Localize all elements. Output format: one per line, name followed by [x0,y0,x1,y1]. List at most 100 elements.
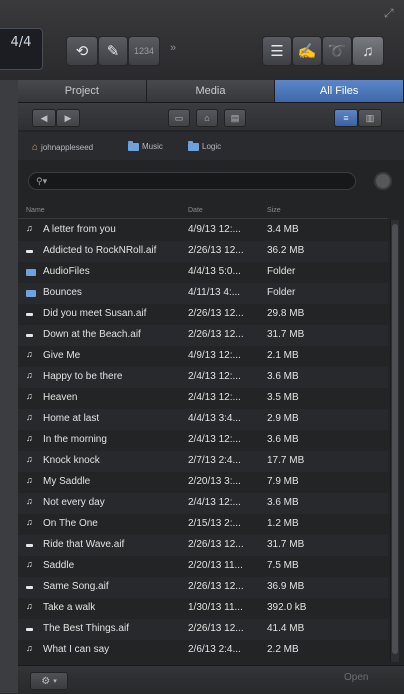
breadcrumb-item-logic[interactable]: Logic [188,140,221,151]
audio-file-icon [26,250,33,253]
music-icon: ♫ [26,433,33,443]
file-row[interactable]: ♫ Take a walk 1/30/13 11... 392.0 kB [18,598,388,619]
file-row[interactable]: Addicted to RockNRoll.aif 2/26/13 12... 36… [18,241,388,262]
tab-media[interactable]: Media [147,80,276,102]
file-row[interactable]: ♫ Happy to be there 2/4/13 12:... 3.6 MB [18,367,388,388]
search-options-icon[interactable] [374,172,392,190]
file-size: 3.6 MB [267,497,299,508]
file-row[interactable]: ♫ My Saddle 2/20/13 3:... 7.9 MB [18,472,388,493]
file-name: Ride that Wave.aif [43,539,125,550]
file-date: 4/4/13 3:4... [188,413,241,424]
file-date: 2/26/13 12... [188,308,244,319]
cycle-icon: ⟲ [75,43,89,60]
document-icon: ▤ [230,112,240,123]
forward-button[interactable]: ▶ [56,109,80,127]
folder-icon [26,269,36,276]
computer-button[interactable]: ▭ [168,109,190,127]
file-row[interactable]: ♫ Give Me 4/9/13 12:... 2.1 MB [18,346,388,367]
open-button[interactable]: Open [344,672,368,683]
file-row[interactable]: AudioFiles 4/4/13 5:0... Folder [18,262,388,283]
file-size: Folder [267,287,296,298]
chevron-down-icon: ▾ [53,678,57,685]
audio-file-icon [26,544,33,547]
file-size: 1.2 MB [267,518,299,529]
search-row: ⚲▾ [18,172,404,192]
scrollbar[interactable] [390,220,399,662]
column-name[interactable]: Name [26,207,45,214]
file-row[interactable]: ♫ Home at last 4/4/13 3:4... 2.9 MB [18,409,388,430]
file-row[interactable]: ♫ Not every day 2/4/13 12:... 3.6 MB [18,493,388,514]
file-row[interactable]: The Best Things.aif 2/26/13 12... 41.4 MB [18,619,388,640]
file-name: Did you meet Susan.aif [43,308,147,319]
count-in-label: 1234 [133,46,155,56]
browser-tabs: Project Media All Files [18,80,404,103]
file-size: 7.9 MB [267,476,299,487]
music-icon: ♫ [26,349,33,359]
forward-arrow-icon: ▶ [64,112,72,123]
audio-file-icon [26,628,33,631]
home-button[interactable]: ⌂ [196,109,218,127]
list-view-button[interactable]: ≡ [334,109,358,127]
documents-button[interactable]: ▤ [224,109,246,127]
file-size: 31.7 MB [267,539,305,550]
file-date: 4/9/13 12:... [188,224,241,235]
file-row[interactable]: Ride that Wave.aif 2/26/13 12... 31.7 MB [18,535,388,556]
notepad-button[interactable]: ✍ [292,36,322,66]
count-in-button[interactable]: 1234 [128,36,160,66]
file-date: 2/4/13 12:... [188,497,241,508]
file-date: 1/30/13 11... [188,602,243,613]
music-icon: ♫ [26,517,33,527]
file-name: What I can say [43,644,110,655]
browser-icon: ♫ [362,42,374,60]
file-row[interactable]: ♫ What I can say 2/6/13 2:4... 2.2 MB [18,640,388,661]
breadcrumb: ⌂ johnappleseed Music Logic [18,132,404,160]
cycle-button[interactable]: ⟲ [66,36,98,66]
music-icon: ♫ [26,496,33,506]
file-row[interactable]: Bounces 4/11/13 4:... Folder [18,283,388,304]
browser-button[interactable]: ♫ [352,36,384,66]
tuner-button[interactable]: ✎ [98,36,128,66]
audio-file-icon [26,586,33,589]
back-button[interactable]: ◀ [32,109,56,127]
file-size: 36.2 MB [267,245,305,256]
file-row[interactable]: ♫ A letter from you 4/9/13 12:... 3.4 MB [18,220,388,241]
search-input[interactable]: ⚲▾ [28,172,356,190]
file-row[interactable]: Did you meet Susan.aif 2/26/13 12... 29.8 … [18,304,388,325]
tab-project[interactable]: Project [18,80,147,102]
list-editors-button[interactable]: ☰ [262,36,292,66]
audio-file-icon [26,334,33,337]
browser-panel: Project Media All Files ◀ ▶ ▭ ⌂ ▤ ≡ ▥ ⌂ … [18,80,404,694]
column-view-button[interactable]: ▥ [358,109,382,127]
breadcrumb-label: Music [142,142,163,151]
signature-display[interactable]: 4/4 [0,28,43,70]
folder-icon [128,140,139,151]
file-size: 29.8 MB [267,308,305,319]
breadcrumb-item-music[interactable]: Music [128,140,163,151]
music-icon: ♫ [26,559,33,569]
file-size: 41.4 MB [267,623,305,634]
file-name: Take a walk [43,602,96,613]
file-row[interactable]: ♫ On The One 2/15/13 2:... 1.2 MB [18,514,388,535]
file-name: Same Song.aif [43,581,109,592]
file-row[interactable]: ♫ Heaven 2/4/13 12:... 3.5 MB [18,388,388,409]
signature-number: 4/4 [10,35,32,50]
column-size[interactable]: Size [267,207,281,214]
file-row[interactable]: Same Song.aif 2/26/13 12... 36.9 MB [18,577,388,598]
file-date: 2/26/13 12... [188,245,244,256]
column-view-icon: ▥ [365,112,375,123]
file-date: 2/26/13 12... [188,329,244,340]
file-row[interactable]: Down at the Beach.aif 2/26/13 12... 31.7 M… [18,325,388,346]
file-row[interactable]: ♫ Knock knock 2/7/13 2:4... 17.7 MB [18,451,388,472]
column-date[interactable]: Date [188,207,203,214]
file-date: 2/6/13 2:4... [188,644,241,655]
list-icon: ☰ [270,43,284,60]
fullscreen-icon[interactable]: ⤢ [384,6,394,21]
tab-all-files[interactable]: All Files [275,80,404,102]
scrollbar-thumb[interactable] [392,224,398,654]
loop-browser-button[interactable]: ➰ [322,36,352,66]
file-row[interactable]: ♫ Saddle 2/20/13 11... 7.5 MB [18,556,388,577]
file-row[interactable]: ♫ In the morning 2/4/13 12:... 3.6 MB [18,430,388,451]
file-size: 2.2 MB [267,644,299,655]
action-menu-button[interactable]: ⚙ ▾ [30,672,68,690]
breadcrumb-item-home[interactable]: ⌂ johnappleseed [32,142,93,153]
